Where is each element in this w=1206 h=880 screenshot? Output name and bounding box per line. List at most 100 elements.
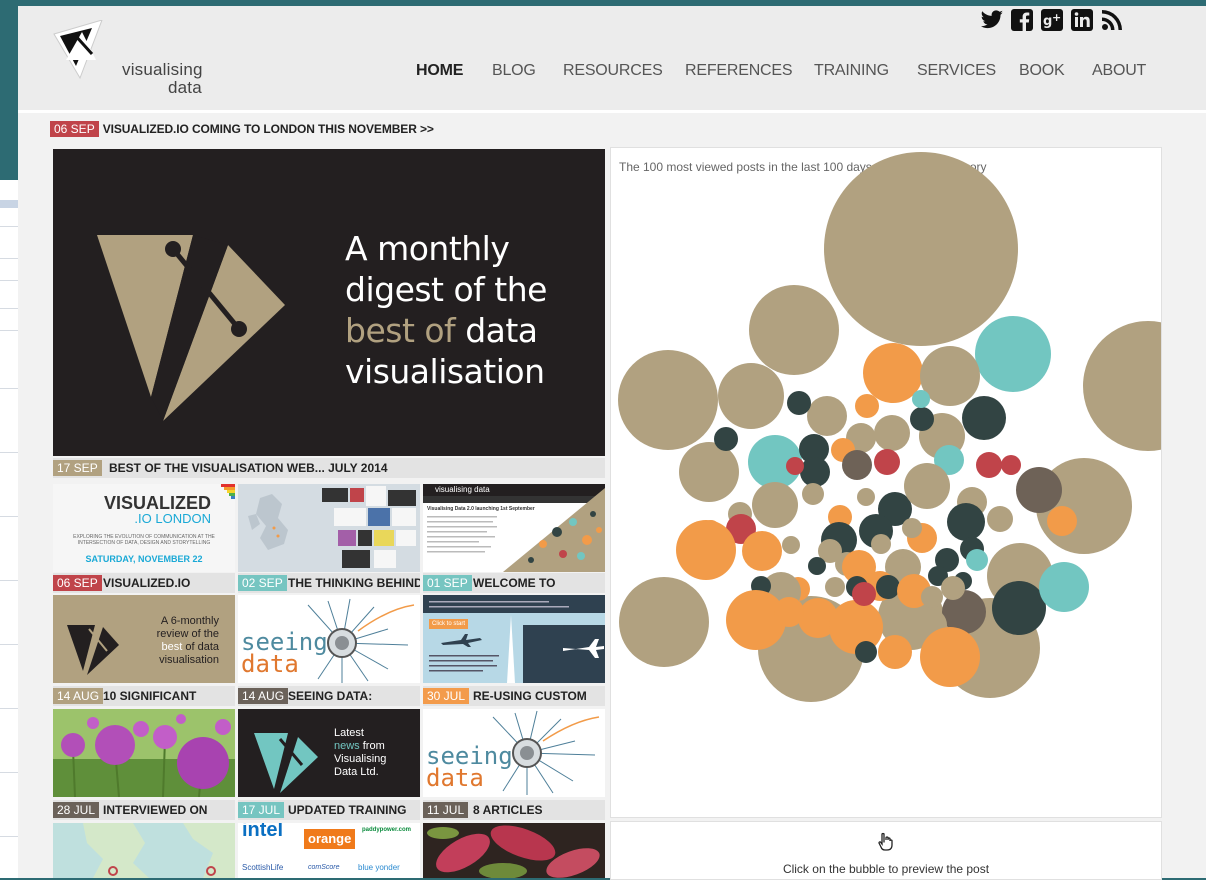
post-bubble[interactable] — [857, 488, 875, 506]
post-bubble[interactable] — [842, 450, 872, 480]
post-bubble[interactable] — [782, 536, 800, 554]
post-bubble[interactable] — [878, 635, 912, 669]
post-bubble[interactable] — [920, 627, 980, 687]
post-title[interactable]: RE-USING CUSTOM — [473, 689, 587, 703]
post-thumb-review[interactable]: A 6-monthly review of the best of data v… — [53, 595, 235, 683]
post-bubble[interactable] — [679, 442, 739, 502]
post-bubble[interactable] — [941, 576, 965, 600]
post-bubble[interactable] — [787, 391, 811, 415]
post-thumb-welcome[interactable]: visualising data Visualising Data 2.0 la… — [423, 484, 605, 572]
post-bubble[interactable] — [910, 407, 934, 431]
post-title[interactable]: BEST OF THE VISUALISATION WEB... JULY 20… — [109, 461, 388, 475]
post-bubble[interactable] — [1047, 506, 1077, 536]
post-caption[interactable]: 30 JUL RE-USING CUSTOM — [423, 686, 605, 706]
ticker-text[interactable]: VISUALIZED.IO COMING TO LONDON THIS NOVE… — [103, 122, 434, 136]
post-caption[interactable]: 17 JUL UPDATED TRAINING — [238, 800, 420, 820]
post-thumb-map-dashboard[interactable] — [238, 484, 420, 572]
post-bubble[interactable] — [975, 316, 1051, 392]
post-bubble[interactable] — [714, 427, 738, 451]
post-bubble[interactable] — [1001, 455, 1021, 475]
post-bubble[interactable] — [1016, 467, 1062, 513]
post-title[interactable]: 8 ARTICLES — [473, 803, 543, 817]
post-bubble[interactable] — [874, 415, 910, 451]
linkedin-icon[interactable] — [1070, 8, 1094, 32]
post-bubble[interactable] — [1083, 321, 1161, 451]
post-bubble[interactable] — [824, 152, 1018, 346]
post-bubble[interactable] — [774, 597, 804, 627]
post-bubble[interactable] — [749, 285, 839, 375]
google-plus-icon[interactable]: g + — [1040, 8, 1064, 32]
post-thumb-custom[interactable]: Click to start — [423, 595, 605, 683]
featured-post-image[interactable]: A monthly digest of the best of data vis… — [53, 149, 605, 456]
post-thumb-visualized[interactable]: VISUALIZED .IO LONDON EXPLORING THE EVOL… — [53, 484, 235, 572]
post-bubble[interactable] — [992, 581, 1046, 635]
post-bubble[interactable] — [871, 534, 891, 554]
post-bubble[interactable] — [676, 520, 736, 580]
post-thumb-news[interactable]: Latest news from Visualising Data Ltd. — [238, 709, 420, 797]
nav-book[interactable]: BOOK — [1019, 62, 1065, 80]
post-thumb-flowers[interactable] — [53, 709, 235, 797]
post-title[interactable]: UPDATED TRAINING — [288, 803, 406, 817]
post-title[interactable]: THE THINKING BEHIND — [288, 576, 420, 590]
post-bubble[interactable] — [902, 518, 922, 538]
post-bubble[interactable] — [904, 463, 950, 509]
post-caption[interactable]: 11 JUL 8 ARTICLES — [423, 800, 605, 820]
post-bubble[interactable] — [895, 557, 915, 577]
post-title[interactable]: WELCOME TO — [473, 576, 555, 590]
post-bubble[interactable] — [855, 394, 879, 418]
post-caption[interactable]: 06 SEP VISUALIZED.IO — [53, 573, 235, 593]
post-bubble[interactable] — [825, 577, 845, 597]
post-bubble[interactable] — [876, 575, 900, 599]
post-bubble[interactable] — [802, 483, 824, 505]
post-bubble[interactable] — [742, 531, 782, 571]
post-bubble[interactable] — [800, 457, 830, 487]
post-bubble[interactable] — [947, 503, 985, 541]
news-ticker[interactable]: 06 SEP VISUALIZED.IO COMING TO LONDON THI… — [50, 120, 434, 137]
post-bubble[interactable] — [912, 390, 930, 408]
post-thumb-leaves[interactable] — [423, 823, 605, 878]
post-bubble[interactable] — [718, 363, 784, 429]
nav-services[interactable]: SERVICES — [917, 62, 996, 80]
nav-about[interactable]: ABOUT — [1092, 62, 1146, 80]
post-bubble[interactable] — [786, 457, 804, 475]
post-bubble[interactable] — [962, 396, 1006, 440]
post-bubble[interactable] — [921, 586, 943, 608]
post-bubble[interactable] — [807, 396, 847, 436]
post-title[interactable]: 10 SIGNIFICANT — [103, 689, 196, 703]
post-thumb-logos[interactable]: intel orange paddypower.com ScottishLife… — [238, 823, 420, 878]
post-bubble[interactable] — [752, 482, 798, 528]
post-caption[interactable]: 28 JUL INTERVIEWED ON — [53, 800, 235, 820]
featured-post-caption[interactable]: 17 SEP BEST OF THE VISUALISATION WEB... … — [53, 458, 605, 478]
nav-references[interactable]: REFERENCES — [685, 62, 793, 80]
site-logo[interactable]: visualising data — [52, 19, 212, 100]
post-thumb-seeing-data-2[interactable]: seeing data — [423, 709, 605, 797]
click-to-start-button[interactable]: Click to start — [429, 619, 469, 629]
post-bubble[interactable] — [618, 350, 718, 450]
post-bubble[interactable] — [1039, 562, 1089, 612]
post-thumb-map[interactable] — [53, 823, 235, 878]
post-bubble[interactable] — [808, 557, 826, 575]
post-bubble[interactable] — [852, 582, 876, 606]
post-bubble[interactable] — [874, 449, 900, 475]
post-bubble[interactable] — [976, 452, 1002, 478]
nav-training[interactable]: TRAINING — [814, 62, 889, 80]
post-bubble[interactable] — [855, 641, 877, 663]
nav-resources[interactable]: RESOURCES — [563, 62, 663, 80]
post-bubble[interactable] — [987, 506, 1013, 532]
post-bubble[interactable] — [966, 549, 988, 571]
post-title[interactable]: SEEING DATA: — [288, 689, 372, 703]
twitter-icon[interactable] — [980, 8, 1004, 32]
nav-home[interactable]: HOME — [416, 62, 463, 80]
post-caption[interactable]: 02 SEP THE THINKING BEHIND — [238, 573, 420, 593]
post-caption[interactable]: 01 SEP WELCOME TO — [423, 573, 605, 593]
facebook-icon[interactable] — [1010, 8, 1034, 32]
bubble-chart[interactable] — [611, 148, 1161, 817]
rss-icon[interactable] — [1100, 8, 1124, 32]
post-caption[interactable]: 14 AUG 10 SIGNIFICANT — [53, 686, 235, 706]
post-thumb-seeing-data[interactable]: seeing data — [238, 595, 420, 683]
post-title[interactable]: INTERVIEWED ON — [103, 803, 207, 817]
nav-blog[interactable]: BLOG — [492, 62, 536, 80]
post-title[interactable]: VISUALIZED.IO — [103, 576, 190, 590]
post-bubble[interactable] — [619, 577, 709, 667]
post-caption[interactable]: 14 AUG SEEING DATA: — [238, 686, 420, 706]
